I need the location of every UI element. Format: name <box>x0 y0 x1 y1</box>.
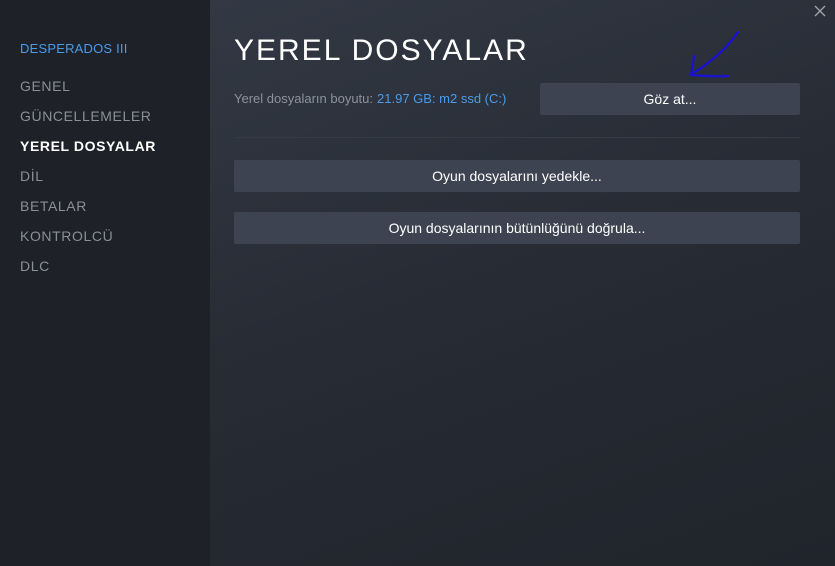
sidebar-item-language[interactable]: DİL <box>20 168 44 184</box>
annotation-arrow-icon <box>689 30 740 78</box>
sidebar-item-dlc[interactable]: DLC <box>20 258 50 274</box>
verify-game-files-button[interactable]: Oyun dosyalarının bütünlüğünü doğrula... <box>234 212 800 244</box>
size-value[interactable]: 21.97 GB: m2 ssd (C:) <box>377 91 506 106</box>
divider <box>234 137 800 138</box>
sidebar: DESPERADOS III GENEL GÜNCELLEMELER YEREL… <box>0 0 210 566</box>
local-files-size: Yerel dosyaların boyutu: 21.97 GB: m2 ssd… <box>234 91 506 106</box>
sidebar-item-updates[interactable]: GÜNCELLEMELER <box>20 108 152 124</box>
size-label: Yerel dosyaların boyutu: <box>234 91 374 106</box>
sidebar-item-local-files[interactable]: YEREL DOSYALAR <box>20 138 156 154</box>
close-button[interactable] <box>811 2 829 20</box>
backup-game-files-button[interactable]: Oyun dosyalarını yedekle... <box>234 160 800 192</box>
sidebar-item-controller[interactable]: KONTROLCÜ <box>20 228 113 244</box>
game-title: DESPERADOS III <box>20 41 128 56</box>
close-icon <box>814 5 826 17</box>
sidebar-item-betas[interactable]: BETALAR <box>20 198 87 214</box>
sidebar-item-general[interactable]: GENEL <box>20 78 70 94</box>
browse-button[interactable]: Göz at... <box>540 83 800 115</box>
page-title: YEREL DOSYALAR <box>234 34 529 67</box>
